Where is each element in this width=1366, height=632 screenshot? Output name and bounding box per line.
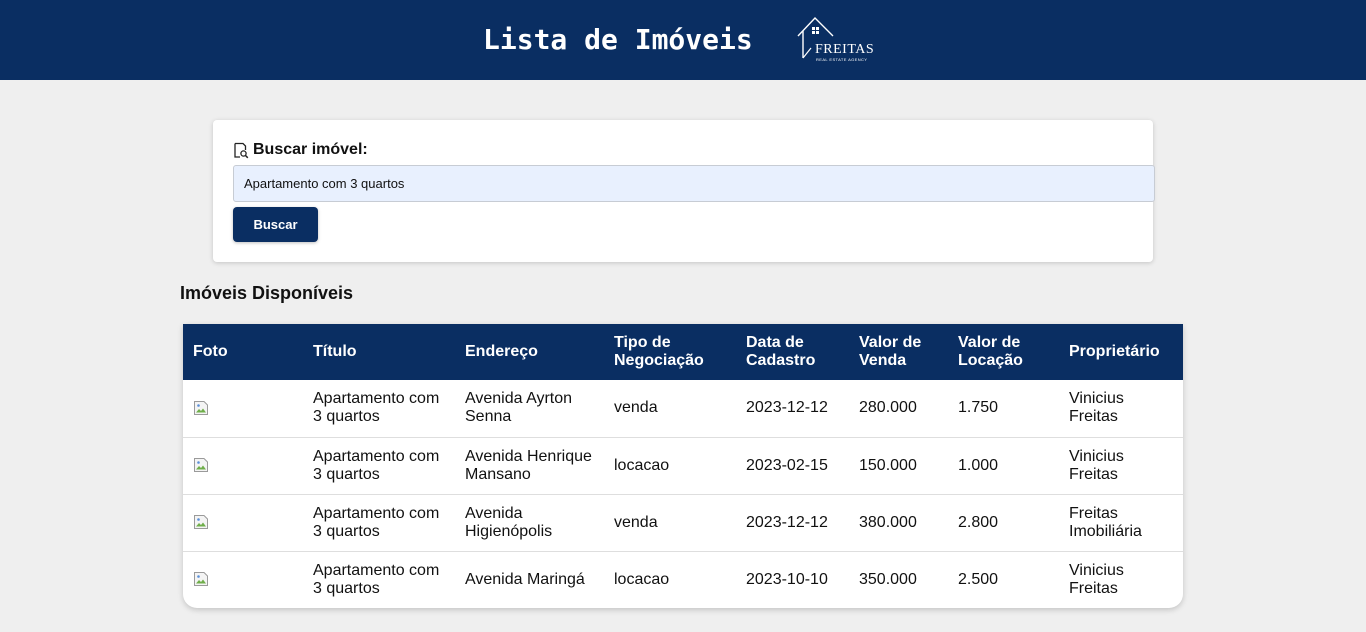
cell-titulo: Apartamento com 3 quartos <box>313 504 440 540</box>
photo-cell <box>183 494 303 551</box>
table-header-row: Foto Título Endereço Tipo de Negociação … <box>183 324 1183 380</box>
logo-tagline: REAL ESTATE AGENCY <box>816 57 868 62</box>
listing-table: Foto Título Endereço Tipo de Negociação … <box>183 324 1183 608</box>
column-header-data[interactable]: Data de Cadastro <box>736 324 849 380</box>
cell-tipo: locacao <box>614 456 670 474</box>
photo-cell <box>183 380 303 437</box>
photo-cell <box>183 437 303 494</box>
broken-image-icon <box>194 458 208 472</box>
cell-titulo: Apartamento com 3 quartos <box>313 390 440 426</box>
cell-locacao: 1.000 <box>958 456 999 474</box>
listing-title: Imóveis Disponíveis <box>180 283 354 303</box>
listing-table-container: Foto Título Endereço Tipo de Negociação … <box>183 324 1183 608</box>
cell-titulo: Apartamento com 3 quartos <box>313 561 440 597</box>
cell-proprietario: Freitas Imobiliária <box>1069 504 1142 540</box>
cell-tipo: locacao <box>614 570 670 588</box>
search-card: Buscar imóvel: Buscar <box>213 120 1155 262</box>
search-label-row: Buscar imóvel: <box>233 140 368 160</box>
table-row[interactable]: Apartamento com 3 quartos Avenida Higien… <box>183 494 1183 551</box>
search-input[interactable] <box>233 165 1155 202</box>
cell-titulo: Apartamento com 3 quartos <box>313 447 440 483</box>
cell-endereco: Avenida Ayrton Senna <box>465 390 573 426</box>
broken-image-icon <box>194 400 208 415</box>
cell-locacao: 2.500 <box>958 570 999 588</box>
cell-endereco: Avenida Maringá <box>465 570 585 588</box>
page-title: Lista de Imóveis <box>483 23 753 56</box>
table-row[interactable]: Apartamento com 3 quartos Avenida Ayrton… <box>183 380 1183 437</box>
search-label: Buscar imóvel: <box>253 141 368 158</box>
page-header: Lista de Imóveis FREITAS REAL ESTATE AGE… <box>0 0 1366 80</box>
column-header-endereco[interactable]: Endereço <box>455 324 604 380</box>
table-row[interactable]: Apartamento com 3 quartos Avenida Henriq… <box>183 437 1183 494</box>
broken-image-icon <box>194 572 208 587</box>
cell-data: 2023-12-12 <box>746 513 828 531</box>
table-row[interactable]: Apartamento com 3 quartos Avenida Maring… <box>183 551 1183 608</box>
column-header-venda[interactable]: Valor de Venda <box>849 324 948 380</box>
cell-locacao: 2.800 <box>958 513 999 531</box>
column-header-tipo[interactable]: Tipo de Negociação <box>604 324 736 380</box>
freitas-logo[interactable]: FREITAS REAL ESTATE AGENCY <box>795 14 877 64</box>
cell-venda: 350.000 <box>859 570 917 588</box>
cell-proprietario: Vinicius Freitas <box>1069 561 1124 597</box>
cell-endereco: Avenida Higienópolis <box>465 504 553 540</box>
cell-tipo: venda <box>614 399 658 417</box>
cell-venda: 280.000 <box>859 399 917 417</box>
search-button[interactable]: Buscar <box>233 207 318 242</box>
cell-proprietario: Vinicius Freitas <box>1069 447 1124 483</box>
column-header-foto[interactable]: Foto <box>183 324 303 380</box>
logo-wordmark: FREITAS <box>815 42 875 57</box>
column-header-locacao[interactable]: Valor de Locação <box>948 324 1059 380</box>
cell-locacao: 1.750 <box>958 399 999 417</box>
column-header-proprietario[interactable]: Proprietário <box>1059 324 1183 380</box>
photo-cell <box>183 551 303 608</box>
cell-data: 2023-12-12 <box>746 399 828 417</box>
broken-image-icon <box>194 515 208 529</box>
cell-venda: 150.000 <box>859 456 917 474</box>
column-header-titulo[interactable]: Título <box>303 324 455 380</box>
cell-tipo: venda <box>614 513 658 531</box>
cell-endereco: Avenida Henrique Mansano <box>465 447 592 483</box>
cell-venda: 380.000 <box>859 513 917 531</box>
search-document-icon <box>234 142 249 158</box>
cell-proprietario: Vinicius Freitas <box>1069 390 1124 426</box>
cell-data: 2023-10-10 <box>746 570 828 588</box>
cell-data: 2023-02-15 <box>746 456 828 474</box>
